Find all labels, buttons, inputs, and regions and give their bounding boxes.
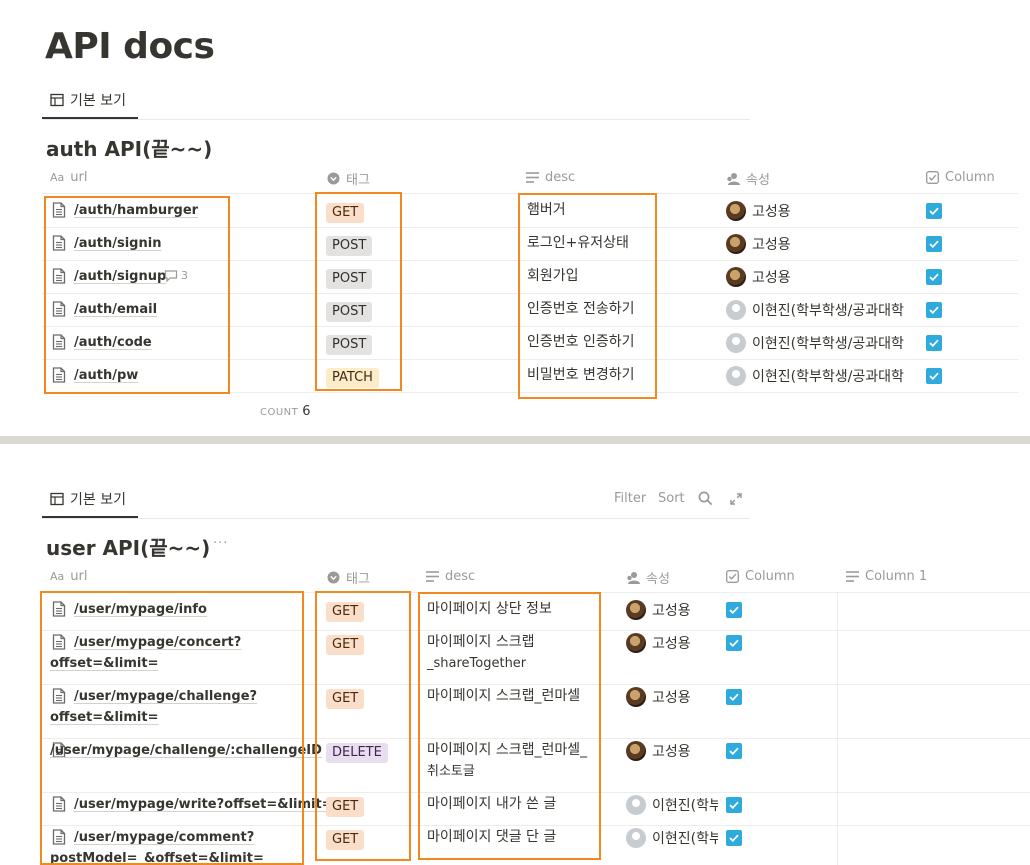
column-checkbox[interactable] xyxy=(926,203,942,219)
column-header-tag[interactable]: 태그 xyxy=(327,169,370,188)
owner-cell[interactable]: 고성용 xyxy=(726,234,916,254)
column-checkbox[interactable] xyxy=(726,602,742,618)
column-checkbox[interactable] xyxy=(926,335,942,351)
text-lines-icon xyxy=(526,172,539,183)
check-icon xyxy=(729,834,739,842)
owner-cell[interactable]: 고성용 xyxy=(626,633,718,653)
tab-label: 기본 보기 xyxy=(70,93,126,109)
avatar xyxy=(626,828,646,848)
check-icon xyxy=(929,240,939,248)
column-checkbox[interactable] xyxy=(926,269,942,285)
filter-button[interactable]: Filter xyxy=(614,491,646,506)
avatar xyxy=(726,201,746,221)
column-checkbox[interactable] xyxy=(726,635,742,651)
owner-cell[interactable]: 고성용 xyxy=(726,201,916,221)
auth-db-title[interactable]: auth API(끝~~) xyxy=(46,133,212,162)
text-lines-icon xyxy=(846,571,859,582)
owner-cell[interactable]: 고성용 xyxy=(626,741,718,761)
more-options-icon[interactable]: ··· xyxy=(213,536,228,551)
table-icon xyxy=(50,93,64,107)
avatar xyxy=(626,741,646,761)
row-count-value: 6 xyxy=(302,404,311,419)
column-header-url[interactable]: Aa url xyxy=(50,569,87,584)
column-header-desc[interactable]: desc xyxy=(426,569,475,584)
highlight-box-desc xyxy=(518,193,657,399)
sort-button[interactable]: Sort xyxy=(658,491,685,506)
select-property-icon xyxy=(327,172,340,185)
owner-cell[interactable]: 이현진(학부학생/공과대학 xyxy=(726,300,916,320)
select-property-icon xyxy=(327,571,340,584)
avatar xyxy=(626,687,646,707)
tab-label: 기본 보기 xyxy=(70,492,126,508)
column-header-owner[interactable]: 속성 xyxy=(726,169,770,188)
column-header-column[interactable]: Column xyxy=(926,170,995,185)
owner-cell[interactable]: 고성용 xyxy=(626,687,718,707)
page-title: API docs xyxy=(45,26,215,67)
owner-cell[interactable]: 이현진(학부 xyxy=(626,828,718,848)
column-checkbox[interactable] xyxy=(726,689,742,705)
text-property-icon: Aa xyxy=(50,171,65,184)
check-icon xyxy=(929,372,939,380)
owner-cell[interactable]: 이현진(학부 xyxy=(626,795,718,815)
column-header-owner[interactable]: 속성 xyxy=(626,568,670,587)
column-header-url[interactable]: Aa url xyxy=(50,170,87,185)
highlight-box-url xyxy=(40,591,304,865)
divider xyxy=(42,119,750,120)
checkbox-property-icon xyxy=(726,570,739,583)
check-icon xyxy=(929,306,939,314)
divider xyxy=(42,518,750,519)
tab-default-view[interactable]: 기본 보기 xyxy=(50,90,126,110)
search-icon[interactable] xyxy=(698,491,713,506)
person-property-icon xyxy=(727,172,740,185)
column-checkbox[interactable] xyxy=(926,368,942,384)
avatar xyxy=(726,234,746,254)
avatar xyxy=(726,366,746,386)
owner-cell[interactable]: 이현진(학부학생/공과대학 xyxy=(726,333,916,353)
highlight-box-tag xyxy=(315,192,402,391)
highlight-box-desc xyxy=(418,592,601,860)
table-icon xyxy=(50,492,64,506)
row-count: COUNT 6 xyxy=(260,404,311,419)
highlight-box-tag xyxy=(315,591,411,861)
check-icon xyxy=(729,747,739,755)
check-icon xyxy=(729,693,739,701)
owner-cell[interactable]: 고성용 xyxy=(726,267,916,287)
avatar xyxy=(626,795,646,815)
check-icon xyxy=(729,801,739,809)
column-checkbox[interactable] xyxy=(926,302,942,318)
avatar xyxy=(726,300,746,320)
avatar xyxy=(626,633,646,653)
avatar xyxy=(726,267,746,287)
column-checkbox[interactable] xyxy=(726,743,742,759)
check-icon xyxy=(929,273,939,281)
column-checkbox[interactable] xyxy=(926,236,942,252)
text-lines-icon xyxy=(426,571,439,582)
column-header-column[interactable]: Column xyxy=(726,569,795,584)
check-icon xyxy=(929,207,939,215)
column-checkbox[interactable] xyxy=(726,797,742,813)
user-db-title[interactable]: user API(끝~~) xyxy=(46,532,210,561)
highlight-box-url xyxy=(44,196,230,394)
tab-default-view-2[interactable]: 기본 보기 xyxy=(50,489,126,509)
avatar xyxy=(726,333,746,353)
expand-icon[interactable] xyxy=(730,493,742,505)
column-header-desc[interactable]: desc xyxy=(526,170,575,185)
column-header-tag[interactable]: 태그 xyxy=(327,568,370,587)
section-separator xyxy=(0,436,1030,444)
check-icon xyxy=(729,639,739,647)
check-icon xyxy=(729,606,739,614)
owner-cell[interactable]: 고성용 xyxy=(626,600,718,620)
check-icon xyxy=(929,339,939,347)
column-checkbox[interactable] xyxy=(726,830,742,846)
checkbox-property-icon xyxy=(926,171,939,184)
person-property-icon xyxy=(627,571,640,584)
owner-cell[interactable]: 이현진(학부학생/공과대학 xyxy=(726,366,916,386)
column-header-column1[interactable]: Column 1 xyxy=(846,569,927,584)
avatar xyxy=(626,600,646,620)
text-property-icon: Aa xyxy=(50,570,65,583)
